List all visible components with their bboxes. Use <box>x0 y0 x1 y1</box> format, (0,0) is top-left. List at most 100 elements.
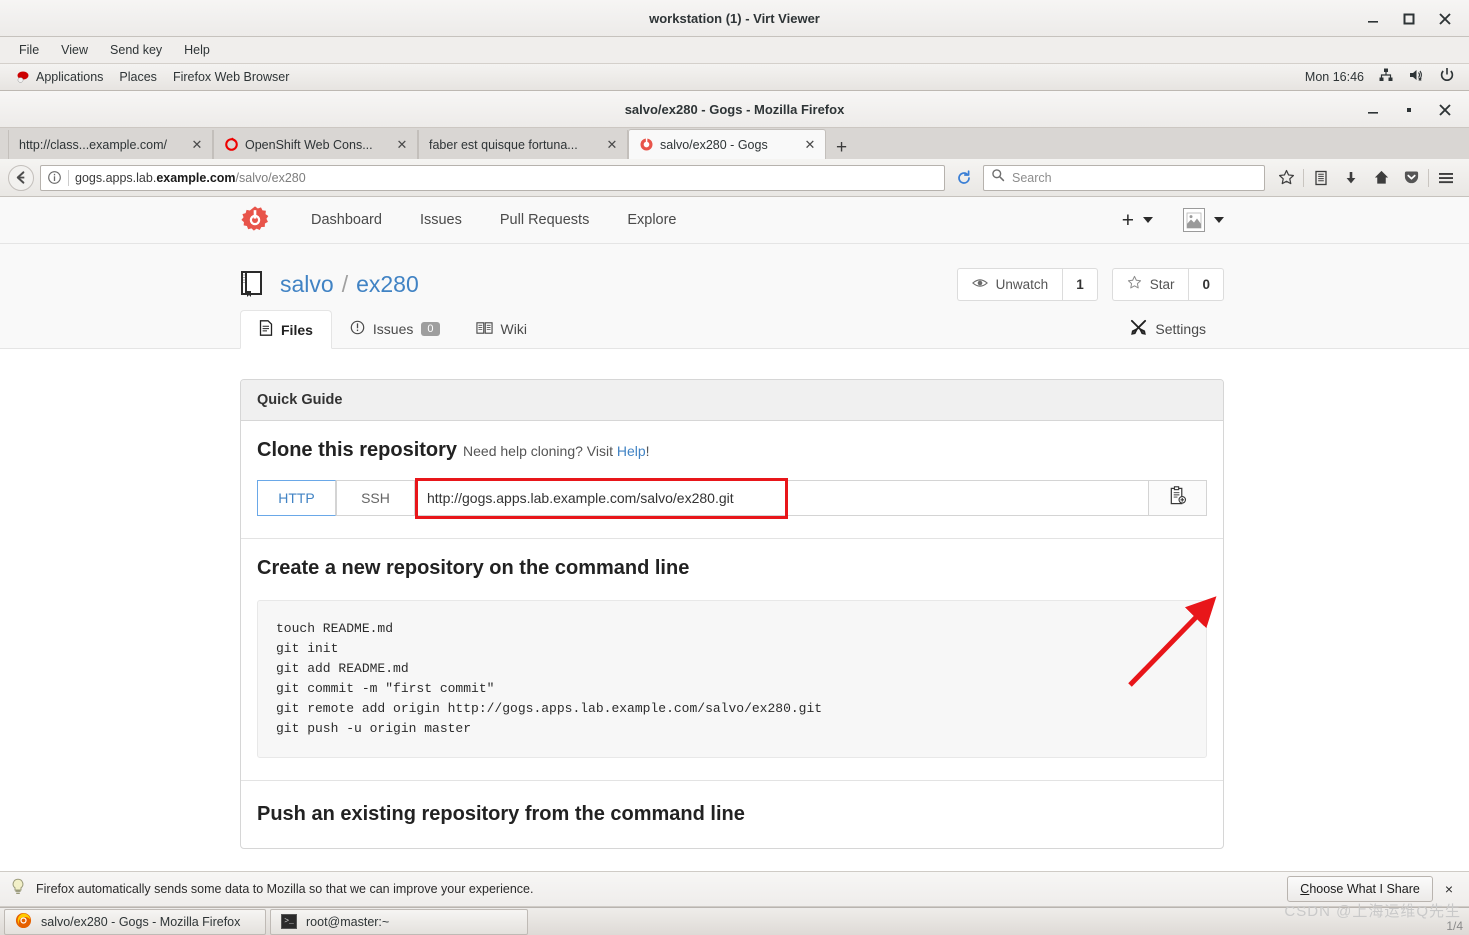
tab-close-icon[interactable]: ✕ <box>605 137 619 153</box>
star-outline-icon <box>1127 275 1142 293</box>
page-indicator: 1/4 <box>1446 919 1463 933</box>
taskbar-item-firefox[interactable]: salvo/ex280 - Gogs - Mozilla Firefox <box>4 908 266 935</box>
gogs-page: Dashboard Issues Pull Requests Explore + <box>0 197 1469 871</box>
firefox-close-icon[interactable] <box>1437 102 1453 118</box>
taskbar-item-terminal[interactable]: >_ root@master:~ <box>270 908 528 935</box>
watch-count[interactable]: 1 <box>1062 267 1098 301</box>
power-icon[interactable] <box>1439 67 1455 88</box>
menu-file[interactable]: File <box>10 40 48 60</box>
volume-muted-icon[interactable] <box>1408 67 1425 88</box>
clipboard-copy-icon <box>1168 485 1187 511</box>
url-bar[interactable]: gogs.apps.lab.example.com/salvo/ex280 <box>40 164 945 191</box>
gnome-top-panel: Applications Places Firefox Web Browser … <box>0 64 1469 91</box>
browser-tab[interactable]: http://class...example.com/ ✕ <box>8 130 213 159</box>
plus-icon: + <box>1121 208 1134 232</box>
home-icon[interactable] <box>1366 164 1396 192</box>
reload-icon[interactable] <box>951 165 977 191</box>
create-repo-commands: touch README.md git init git add README.… <box>257 600 1207 758</box>
library-icon[interactable] <box>1306 164 1336 192</box>
nav-explore[interactable]: Explore <box>608 212 695 228</box>
star-label: Star <box>1149 276 1175 292</box>
choose-what-i-share-label: hoose What I Share <box>1309 882 1420 896</box>
gogs-content: Quick Guide Clone this repository Need he… <box>0 349 1469 849</box>
places-menu[interactable]: Places <box>111 68 165 86</box>
star-count[interactable]: 0 <box>1188 267 1224 301</box>
repo-header: salvo / ex280 Unwatch 1 Star 0 Files Iss… <box>0 244 1469 349</box>
firefox-window-button[interactable]: Firefox Web Browser <box>165 68 297 86</box>
clone-url-input[interactable] <box>415 480 1149 516</box>
firefox-tabstrip: http://class...example.com/ ✕ OpenShift … <box>0 128 1469 159</box>
nav-dashboard[interactable]: Dashboard <box>292 212 401 228</box>
nav-issues[interactable]: Issues <box>401 212 481 228</box>
notification-text: Firefox automatically sends some data to… <box>36 882 534 896</box>
gogs-logo-icon[interactable] <box>240 205 270 235</box>
places-label: Places <box>119 70 157 84</box>
choose-what-i-share-button[interactable]: Choose What I Share <box>1287 876 1433 902</box>
virt-viewer-window-controls <box>1365 0 1463 37</box>
menu-send-key[interactable]: Send key <box>101 40 171 60</box>
tab-close-icon[interactable]: ✕ <box>395 137 409 153</box>
close-icon[interactable] <box>1437 11 1453 27</box>
create-new-dropdown[interactable]: + <box>1110 210 1165 231</box>
tab-label: http://class...example.com/ <box>19 137 167 152</box>
minimize-icon[interactable] <box>1365 11 1381 27</box>
csdn-watermark: CSDN @上海运维Q先生 <box>1284 903 1461 920</box>
repo-owner-link[interactable]: salvo <box>280 271 334 298</box>
pocket-icon[interactable] <box>1396 164 1426 192</box>
firefox-notification-bar: Firefox automatically sends some data to… <box>0 871 1469 907</box>
download-icon[interactable] <box>1336 164 1366 192</box>
repo-tabs: Files Issues 0 Wiki Settings <box>0 308 1469 349</box>
clone-ssh-button[interactable]: SSH <box>336 480 415 516</box>
network-icon[interactable] <box>1378 67 1394 88</box>
star-icon[interactable] <box>1271 164 1301 192</box>
repo-name-link[interactable]: ex280 <box>356 271 419 298</box>
tab-files[interactable]: Files <box>240 310 332 349</box>
repo-actions: Unwatch 1 Star 0 <box>956 267 1224 301</box>
browser-tab[interactable]: OpenShift Web Cons... ✕ <box>213 130 418 159</box>
site-info-icon[interactable] <box>47 170 62 185</box>
clone-http-button[interactable]: HTTP <box>257 480 336 516</box>
book-icon <box>475 321 493 338</box>
clone-help-link[interactable]: Help <box>617 443 646 459</box>
repo-separator: / <box>341 270 349 297</box>
menu-help[interactable]: Help <box>175 40 219 60</box>
tab-settings[interactable]: Settings <box>1112 310 1224 348</box>
star-button[interactable]: Star <box>1111 267 1189 301</box>
applications-menu[interactable]: Applications <box>8 68 111 86</box>
quick-guide-title: Quick Guide <box>241 380 1223 421</box>
openshift-favicon-icon <box>224 137 239 152</box>
search-input-placeholder: Search <box>1012 170 1052 185</box>
maximize-icon[interactable] <box>1401 11 1417 27</box>
search-bar[interactable]: Search <box>983 164 1265 191</box>
firefox-window: salvo/ex280 - Gogs - Mozilla Firefox htt… <box>0 91 1469 871</box>
browser-tab-active[interactable]: salvo/ex280 - Gogs ✕ <box>628 129 826 159</box>
notification-close-icon[interactable]: × <box>1445 881 1453 897</box>
menu-view[interactable]: View <box>52 40 97 60</box>
create-repo-title: Create a new repository on the command l… <box>257 557 690 579</box>
copy-clone-url-button[interactable] <box>1149 480 1207 516</box>
firefox-window-label: Firefox Web Browser <box>172 70 290 84</box>
clock[interactable]: Mon 16:46 <box>1305 70 1364 84</box>
clone-help-pre: Need help cloning? Visit <box>463 443 617 459</box>
tab-label: salvo/ex280 - Gogs <box>660 137 768 152</box>
tab-close-icon[interactable]: ✕ <box>803 137 817 153</box>
push-repo-title: Push an existing repository from the com… <box>257 803 745 825</box>
tab-issues[interactable]: Issues 0 <box>332 310 458 348</box>
user-menu-dropdown[interactable] <box>1165 208 1224 232</box>
file-icon <box>259 320 273 339</box>
taskbar-terminal-label: root@master:~ <box>306 914 390 929</box>
firefox-minimize-icon[interactable] <box>1365 102 1381 118</box>
tab-wiki[interactable]: Wiki <box>458 310 545 348</box>
applications-label: Applications <box>36 70 104 84</box>
unwatch-button[interactable]: Unwatch <box>956 267 1063 301</box>
repository-icon <box>240 270 266 298</box>
toolbar-divider <box>1428 168 1429 187</box>
menu-icon[interactable] <box>1431 164 1461 192</box>
new-tab-button[interactable]: + <box>826 138 857 159</box>
firefox-maximize-icon[interactable] <box>1401 102 1417 118</box>
clone-section-subtitle: Need help cloning? Visit Help! <box>463 443 650 459</box>
back-button[interactable] <box>8 164 34 191</box>
nav-pull-requests[interactable]: Pull Requests <box>481 212 608 228</box>
tab-close-icon[interactable]: ✕ <box>190 137 204 153</box>
browser-tab[interactable]: faber est quisque fortuna... ✕ <box>418 130 628 159</box>
